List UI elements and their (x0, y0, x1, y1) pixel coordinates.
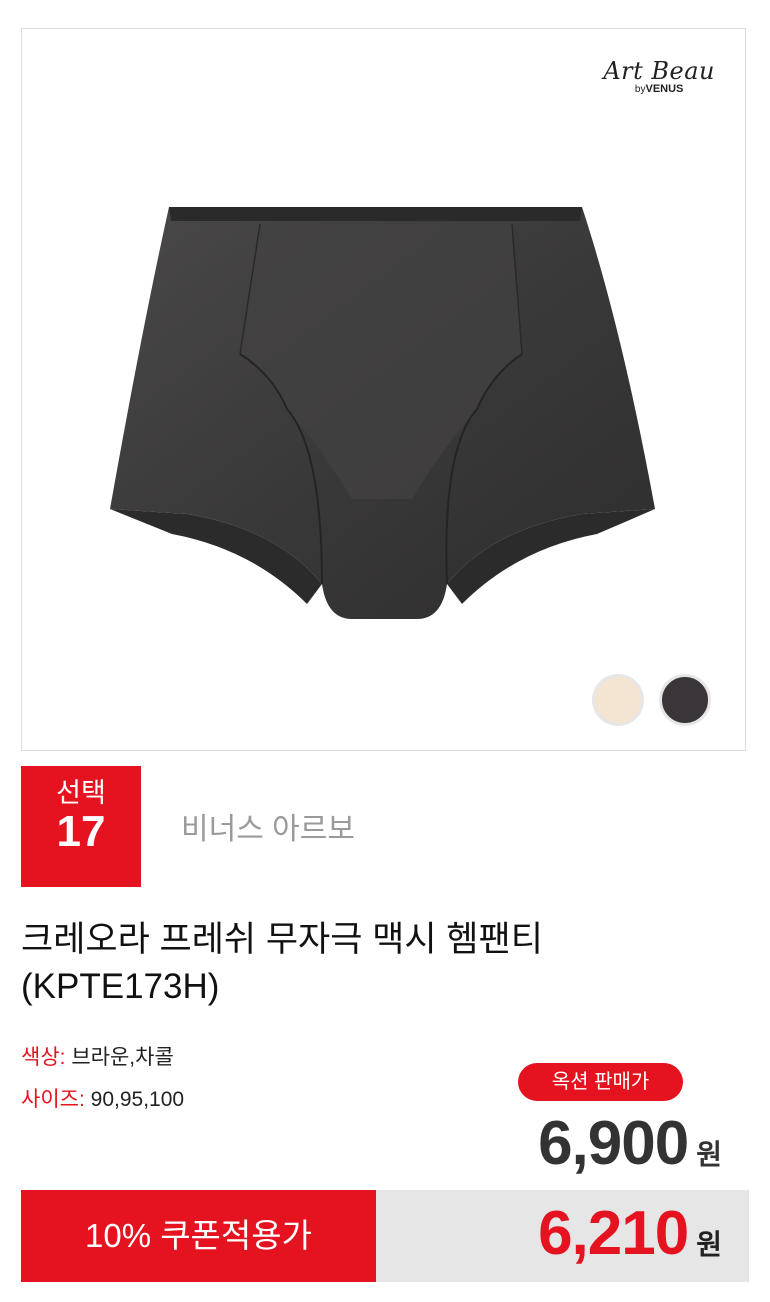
spec-color: 색상: 브라운,차콜 (21, 1041, 174, 1071)
brand-logo-script: Art Beau (603, 57, 715, 85)
spec-size-value: 90,95,100 (90, 1088, 185, 1111)
spec-color-value: 브라운,차콜 (71, 1046, 174, 1069)
color-swatch-beige[interactable] (592, 674, 644, 726)
auction-price-value: 6,900 (538, 1109, 689, 1178)
spec-color-key: 색상: (21, 1046, 66, 1069)
coupon-price-unit: 원 (696, 1229, 722, 1260)
product-title-line2: (KPTE173H) (21, 967, 220, 1006)
auction-price: 6,900 원 (538, 1108, 722, 1179)
brand-logo-venus: VENUS (645, 83, 684, 95)
select-badge: 선택 17 (21, 766, 141, 887)
coupon-price: 6,210 원 (538, 1198, 722, 1269)
brand-name: 비너스 아르보 (181, 813, 355, 846)
product-title[interactable]: 크레오라 프레쉬 무자극 맥시 헴팬티 (KPTE173H) (21, 916, 761, 1010)
brand-logo-by: by (634, 84, 646, 95)
auction-price-badge: 옥션 판매가 (518, 1063, 683, 1101)
auction-price-unit: 원 (696, 1139, 722, 1170)
coupon-label: 10% 쿠폰적용가 (21, 1190, 376, 1282)
brand-logo: Art Beau byVENUS (603, 57, 715, 95)
product-title-line1: 크레오라 프레쉬 무자극 맥시 헴팬티 (21, 920, 543, 959)
product-photo (110, 207, 655, 619)
product-image-frame: Art Beau byVENUS (21, 28, 746, 751)
select-badge-number: 17 (56, 807, 106, 856)
coupon-price-value: 6,210 (538, 1199, 689, 1268)
spec-size: 사이즈: 90,95,100 (21, 1083, 184, 1113)
coupon-bar[interactable]: 10% 쿠폰적용가 6,210 원 (21, 1190, 749, 1282)
select-badge-label: 선택 (56, 778, 106, 808)
color-swatch-charcoal[interactable] (659, 674, 711, 726)
spec-size-key: 사이즈: (21, 1088, 85, 1111)
